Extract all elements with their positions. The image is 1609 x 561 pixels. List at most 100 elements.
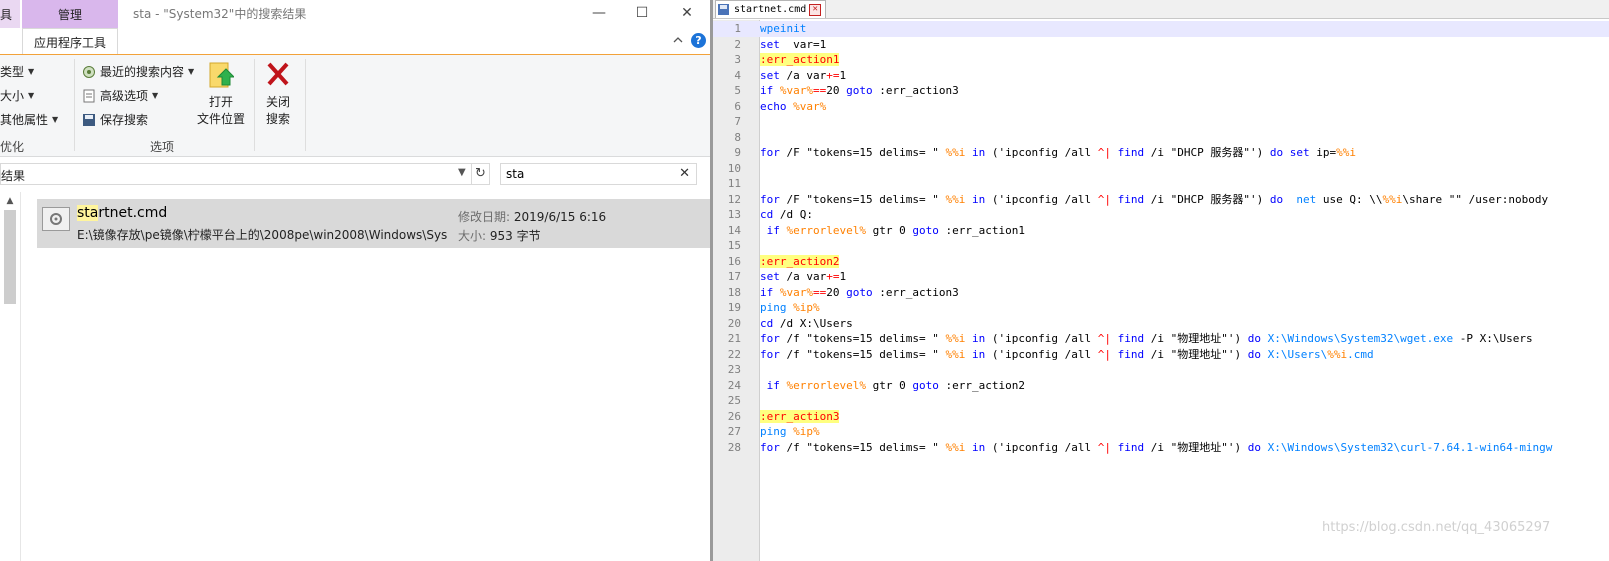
code-line[interactable]: 15 xyxy=(713,238,1609,254)
code-line[interactable]: 23 xyxy=(713,362,1609,378)
open-file-location-button[interactable]: 打开 文件位置 xyxy=(196,59,246,128)
search-input[interactable] xyxy=(506,166,666,182)
code-token: X:\Users\ xyxy=(1267,347,1328,361)
code-token: var=1 xyxy=(779,37,827,51)
code-line[interactable]: 2 set var=1 xyxy=(713,37,1609,53)
title-bar: 具 管理 sta - "System32"中的搜索结果 — ☐ ✕ xyxy=(0,0,710,30)
other-properties-dropdown[interactable]: 其他属性 ▼ xyxy=(0,111,58,128)
code-token: do xyxy=(1269,146,1284,159)
scroll-up-icon[interactable]: ▲ xyxy=(3,196,17,208)
refresh-button[interactable]: ↻ xyxy=(472,163,490,185)
address-history-chevron-icon[interactable]: ▼ xyxy=(458,167,470,181)
code-line[interactable]: 19 ping %ip% xyxy=(713,300,1609,316)
floppy-save-icon xyxy=(718,4,729,15)
size-dropdown[interactable]: 大小 ▼ xyxy=(0,87,34,104)
search-result-item[interactable]: startnet.cmd E:\镜像存放\pe镜像\柠檬平台上的\2008pe\… xyxy=(37,199,710,248)
cmd-file-icon xyxy=(42,207,70,231)
code-token: %var% xyxy=(779,84,813,97)
window-title: sta - "System32"中的搜索结果 xyxy=(133,7,307,21)
code-line[interactable]: 25 xyxy=(713,393,1609,409)
close-search-line1: 关闭 xyxy=(265,95,290,109)
code-line[interactable]: 8 xyxy=(713,130,1609,146)
search-box[interactable]: ✕ xyxy=(500,163,697,185)
code-token: /a var xyxy=(779,68,827,82)
tab-tools-label: 具 xyxy=(0,8,13,22)
code-text: :err_action2 xyxy=(760,254,840,270)
code-line[interactable]: 12 for /F "tokens=15 delims= " %%i in ('i… xyxy=(713,192,1609,208)
tab-tools-context[interactable]: 具 xyxy=(0,0,20,28)
code-token: use Q: \\ xyxy=(1316,192,1383,206)
code-line[interactable]: 7 xyxy=(713,114,1609,130)
code-token: in xyxy=(971,146,986,159)
code-line[interactable]: 22 for /f "tokens=15 delims= " %%i in ('i… xyxy=(713,347,1609,363)
close-tab-icon[interactable]: ✕ xyxy=(809,3,822,16)
code-line[interactable]: 16:err_action2 xyxy=(713,254,1609,270)
code-line[interactable]: 17 set /a var+=1 xyxy=(713,269,1609,285)
code-line[interactable]: 27 ping %ip% xyxy=(713,424,1609,440)
code-line[interactable]: 21 for /f "tokens=15 delims= " %%i in ('i… xyxy=(713,331,1609,347)
code-line[interactable]: 1 wpeinit xyxy=(713,21,1609,37)
tab-manage[interactable]: 管理 xyxy=(22,0,118,28)
code-line[interactable]: 14 if %errorlevel% gtr 0 goto :err_actio… xyxy=(713,223,1609,239)
tab-application-tools[interactable]: 应用程序工具 xyxy=(22,28,118,54)
code-text: if %var%==20 goto :err_action3 xyxy=(760,83,959,99)
code-token: %%i xyxy=(945,332,966,345)
code-line[interactable]: 9 for /F "tokens=15 delims= " %%i in ('ip… xyxy=(713,145,1609,161)
maximize-button[interactable]: ☐ xyxy=(632,4,652,22)
code-text: wpeinit xyxy=(760,21,806,37)
code-line[interactable]: 3:err_action1 xyxy=(713,52,1609,68)
code-token: %%i xyxy=(945,347,966,361)
code-line[interactable]: 6 echo %var% xyxy=(713,99,1609,115)
code-token: for xyxy=(760,332,780,345)
size-label: 大小 xyxy=(0,89,25,103)
code-text: if %errorlevel% gtr 0 goto :err_action1 xyxy=(760,223,1025,239)
code-token: /d X:\Users xyxy=(773,316,853,330)
minimize-button[interactable]: — xyxy=(589,4,609,22)
help-icon[interactable]: ? xyxy=(691,33,706,48)
code-token: /i "DHCP 服务器"') xyxy=(1144,146,1270,159)
code-token: %var% xyxy=(793,99,827,113)
code-text: for /f "tokens=15 delims= " %%i in ('ipc… xyxy=(760,347,1374,363)
code-token: find xyxy=(1117,347,1145,361)
code-token: cd xyxy=(760,316,774,330)
line-number: 5 xyxy=(734,84,741,97)
code-token: set xyxy=(760,68,780,82)
code-token: /f "tokens=15 delims= " xyxy=(779,347,946,361)
type-dropdown[interactable]: 类型 ▼ xyxy=(0,63,34,80)
code-line[interactable]: 10 xyxy=(713,161,1609,177)
scrollbar-thumb[interactable] xyxy=(4,210,16,304)
result-file-name: startnet.cmd xyxy=(77,205,167,221)
code-line[interactable]: 20 cd /d X:\Users xyxy=(713,316,1609,332)
address-bar[interactable]: 结果 xyxy=(0,163,472,185)
code-token: == xyxy=(813,84,827,97)
editor-tab[interactable]: startnet.cmd ✕ xyxy=(715,0,827,18)
clear-search-icon[interactable]: ✕ xyxy=(679,166,690,181)
code-token: /F "tokens=15 delims= " xyxy=(779,192,946,206)
code-token: :err_action3 xyxy=(760,409,840,423)
code-line[interactable]: 28 for /f "tokens=15 delims= " %%i in ('i… xyxy=(713,440,1609,456)
code-token: /d Q: xyxy=(773,208,813,221)
code-line[interactable]: 5 if %var%==20 goto :err_action3 xyxy=(713,83,1609,99)
code-token: if xyxy=(760,84,774,97)
code-token: in xyxy=(971,347,986,361)
collapse-ribbon-icon[interactable] xyxy=(671,34,685,46)
close-search-button[interactable]: 关闭 搜索 xyxy=(258,59,298,128)
advanced-options-dropdown[interactable]: 高级选项 ▼ xyxy=(82,87,158,104)
code-text: set /a var+=1 xyxy=(760,68,846,84)
code-line[interactable]: 18 if %var%==20 goto :err_action3 xyxy=(713,285,1609,301)
line-number: 22 xyxy=(727,347,741,361)
notepad-editor: startnet.cmd ✕ 1 wpeinit 2 set var=1 3:err_a… xyxy=(713,0,1609,561)
code-line[interactable]: 4 set /a var+=1 xyxy=(713,68,1609,84)
ribbon: 类型 ▼ 大小 ▼ 其他属性 ▼ 优化 最近的搜索内容 ▼ 高级选项 ▼ 保存搜索 xyxy=(0,55,710,157)
code-line[interactable]: 24 if %errorlevel% gtr 0 goto :err_actio… xyxy=(713,378,1609,394)
code-line[interactable]: 26:err_action3 xyxy=(713,409,1609,425)
group-refine-label: 优化 xyxy=(0,140,25,154)
close-button[interactable]: ✕ xyxy=(677,4,697,22)
save-search-button[interactable]: 保存搜索 xyxy=(82,111,148,128)
recent-searches-dropdown[interactable]: 最近的搜索内容 ▼ xyxy=(82,63,194,80)
code-line[interactable]: 11 xyxy=(713,176,1609,192)
code-line[interactable]: 13 cd /d Q: xyxy=(713,207,1609,223)
code-token: /i "物理地址"') xyxy=(1144,440,1248,454)
